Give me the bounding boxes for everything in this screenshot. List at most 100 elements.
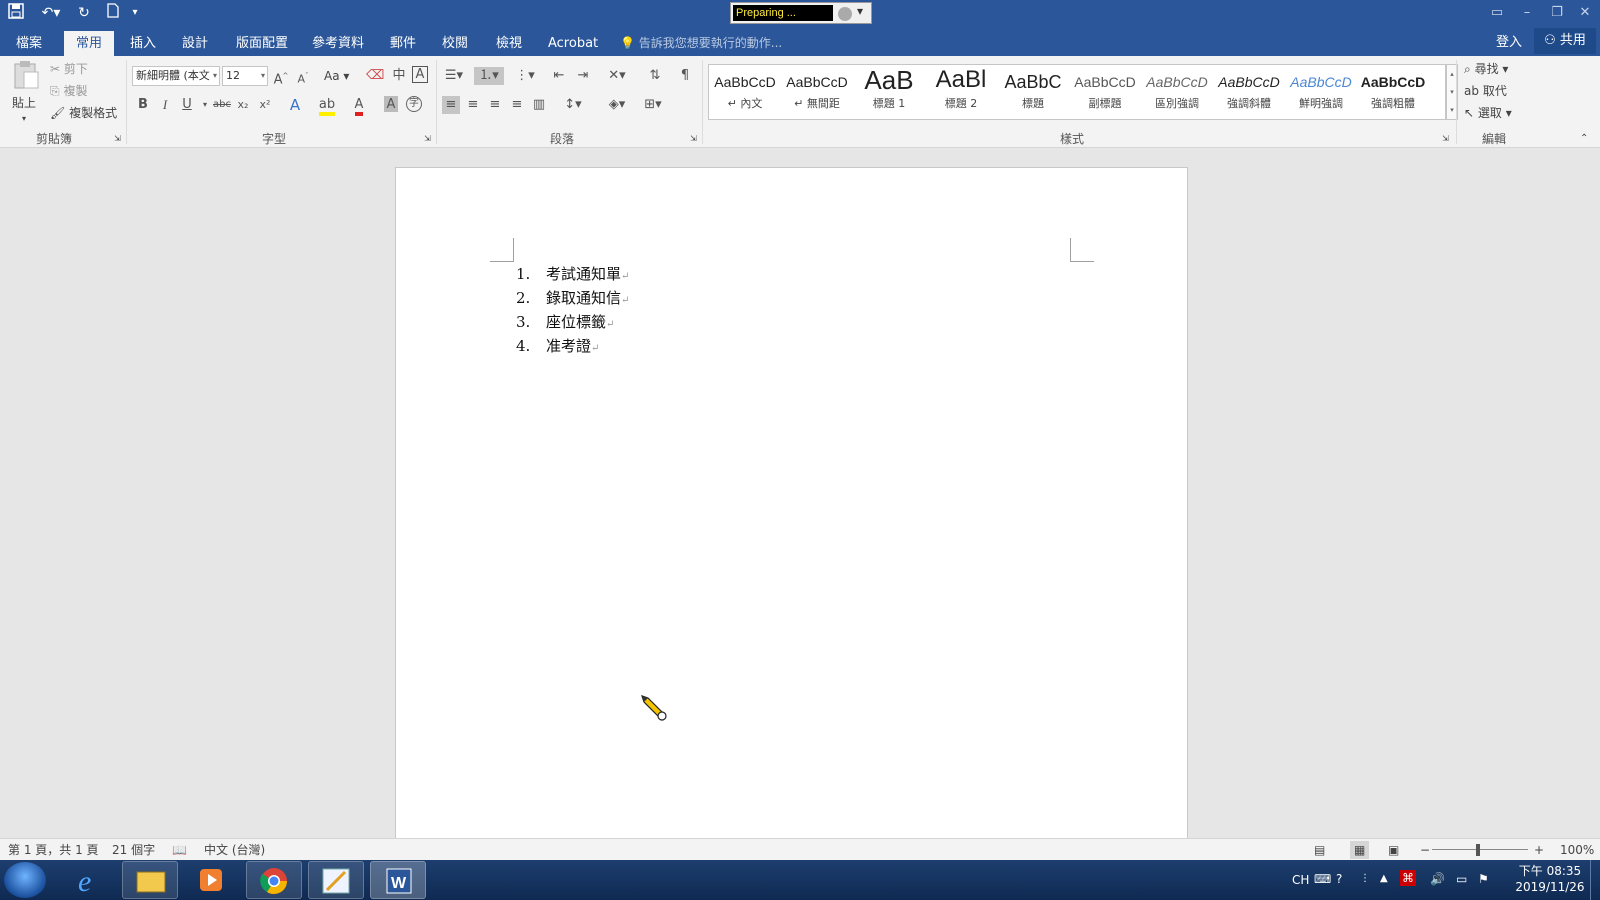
share-button[interactable]: ⚇ 共用: [1534, 28, 1596, 54]
acrobat-tray-icon[interactable]: ⌘: [1400, 870, 1416, 886]
proofing-icon[interactable]: 📖: [172, 841, 187, 859]
align-right-icon[interactable]: ≡: [486, 96, 504, 114]
format-painter-button[interactable]: 🖌 複製格式: [50, 104, 117, 122]
superscript-button[interactable]: x²: [256, 96, 274, 114]
style-no-spacing[interactable]: AaBbCcD ↵ 無間距: [781, 65, 853, 121]
underline-button[interactable]: U: [178, 96, 196, 114]
web-layout-icon[interactable]: ▣: [1388, 841, 1399, 859]
media-player-icon[interactable]: [184, 861, 240, 899]
character-shading-icon[interactable]: A: [384, 96, 398, 112]
shading-icon[interactable]: ◈▾: [604, 96, 630, 114]
phonetic-guide-icon[interactable]: 中: [390, 67, 408, 85]
show-marks-icon[interactable]: ¶: [676, 67, 694, 85]
text-effects-icon[interactable]: A: [286, 96, 304, 114]
word-count[interactable]: 21 個字: [112, 841, 155, 859]
font-name-combo[interactable]: 新細明體 (本文 ▾: [132, 66, 220, 86]
tab-layout[interactable]: 版面配置: [230, 31, 294, 56]
close-icon[interactable]: ✕: [1572, 3, 1598, 23]
undo-icon[interactable]: ↶▾: [36, 3, 66, 23]
paste-button[interactable]: [10, 60, 42, 95]
ie-icon[interactable]: e: [62, 861, 118, 899]
line-spacing-icon[interactable]: ↕▾: [560, 96, 586, 114]
tab-design[interactable]: 設計: [176, 31, 214, 56]
collapse-ribbon-icon[interactable]: ⌃: [1580, 130, 1588, 148]
bullets-icon[interactable]: ☰▾: [442, 67, 466, 85]
style-subtitle[interactable]: AaBbCcD 副標題: [1069, 65, 1141, 121]
tab-acrobat[interactable]: Acrobat: [542, 31, 604, 56]
tab-view[interactable]: 檢視: [490, 31, 528, 56]
distributed-icon[interactable]: ▥: [530, 96, 548, 114]
align-center-icon[interactable]: ≡: [464, 96, 482, 114]
page-count[interactable]: 第 1 頁，共 1 頁: [8, 841, 99, 859]
tab-review[interactable]: 校閱: [436, 31, 474, 56]
zoom-slider[interactable]: [1432, 849, 1528, 850]
grow-font-icon[interactable]: A^: [272, 67, 290, 89]
dialog-launcher-icon[interactable]: ⇲: [424, 130, 431, 148]
bold-button[interactable]: B: [134, 96, 152, 114]
file-explorer-icon[interactable]: [122, 861, 178, 899]
zoom-in-button[interactable]: +: [1534, 841, 1544, 859]
record-icon[interactable]: [838, 7, 852, 21]
multilevel-list-icon[interactable]: ⋮▾: [512, 67, 538, 85]
strikethrough-button[interactable]: abc: [210, 96, 234, 114]
dialog-launcher-icon[interactable]: ⇲: [1442, 130, 1449, 148]
align-left-icon[interactable]: ≡: [442, 96, 460, 114]
style-normal[interactable]: AaBbCcD ↵ 內文: [709, 65, 781, 121]
style-strong[interactable]: AaBbCcD 強調粗體: [1357, 65, 1429, 121]
keyboard-icon[interactable]: ⌨: [1314, 871, 1331, 887]
zoom-level[interactable]: 100%: [1560, 841, 1594, 859]
list-item[interactable]: 3. 座位標籤↵: [516, 312, 614, 335]
increase-indent-icon[interactable]: ⇥: [574, 67, 592, 85]
tab-references[interactable]: 參考資料: [306, 31, 370, 56]
style-heading-1[interactable]: AaB 標題 1: [853, 65, 925, 121]
tab-home[interactable]: 常用: [64, 31, 115, 56]
dialog-launcher-icon[interactable]: ⇲: [114, 130, 121, 148]
highlight-icon[interactable]: ab: [318, 96, 336, 116]
word-taskbar-icon[interactable]: W: [370, 861, 426, 899]
start-button[interactable]: [4, 862, 46, 898]
justify-icon[interactable]: ≡: [508, 96, 526, 114]
restore-icon[interactable]: ❐: [1544, 3, 1570, 23]
action-center-icon[interactable]: ⚑: [1478, 871, 1489, 887]
new-doc-icon[interactable]: [104, 3, 122, 23]
ribbon-display-icon[interactable]: ▭: [1484, 3, 1510, 23]
replace-button[interactable]: ab 取代: [1464, 82, 1507, 100]
sign-in-link[interactable]: 登入: [1496, 31, 1522, 55]
tab-insert[interactable]: 插入: [124, 31, 162, 56]
chevron-down-icon[interactable]: ▾: [857, 4, 863, 18]
style-emphasis[interactable]: AaBbCcD 強調斜體: [1213, 65, 1285, 121]
dialog-launcher-icon[interactable]: ⇲: [690, 130, 697, 148]
font-color-icon[interactable]: A: [350, 96, 368, 116]
show-desktop-button[interactable]: [1590, 860, 1600, 900]
paste-dropdown-icon[interactable]: ▾: [22, 110, 26, 128]
zoom-slider-thumb[interactable]: [1476, 844, 1480, 856]
document-page[interactable]: 1. 考試通知單↵ 2. 錄取通知信↵ 3. 座位標籤↵ 4. 准考證↵: [395, 167, 1188, 847]
list-item[interactable]: 2. 錄取通知信↵: [516, 288, 629, 311]
redo-icon[interactable]: ↻: [74, 3, 94, 23]
tell-me-search[interactable]: 💡 告訴我您想要執行的動作...: [620, 31, 782, 55]
zoom-out-button[interactable]: −: [1420, 841, 1430, 859]
help-icon[interactable]: ?: [1336, 871, 1342, 887]
style-subtle-emphasis[interactable]: AaBbCcD 區別強調: [1141, 65, 1213, 121]
chrome-icon[interactable]: [246, 861, 302, 899]
style-heading-2[interactable]: AaBl 標題 2: [925, 65, 997, 121]
ime-indicator[interactable]: CH: [1292, 872, 1309, 888]
minimize-icon[interactable]: –: [1514, 3, 1540, 23]
language-status[interactable]: 中文 (台灣): [204, 841, 265, 859]
customize-qat-icon[interactable]: ▾: [128, 3, 142, 23]
network-icon[interactable]: ▭: [1456, 871, 1467, 887]
style-title[interactable]: AaBbC 標題: [997, 65, 1069, 121]
show-hidden-icons[interactable]: ▲: [1380, 871, 1388, 887]
decrease-indent-icon[interactable]: ⇤: [550, 67, 568, 85]
borders-icon[interactable]: ⊞▾: [640, 96, 666, 114]
save-icon[interactable]: [6, 3, 26, 23]
character-border-icon[interactable]: A: [412, 66, 428, 83]
select-button[interactable]: ↖ 選取 ▾: [1464, 104, 1512, 122]
volume-icon[interactable]: 🔊: [1430, 871, 1445, 887]
list-item[interactable]: 4. 准考證↵: [516, 336, 599, 359]
list-item[interactable]: 1. 考試通知單↵: [516, 264, 629, 287]
italic-button[interactable]: I: [156, 96, 174, 114]
tab-mailings[interactable]: 郵件: [384, 31, 422, 56]
document-canvas[interactable]: 1. 考試通知單↵ 2. 錄取通知信↵ 3. 座位標籤↵ 4. 准考證↵: [0, 148, 1600, 847]
sort-icon[interactable]: ⇅: [646, 67, 664, 85]
